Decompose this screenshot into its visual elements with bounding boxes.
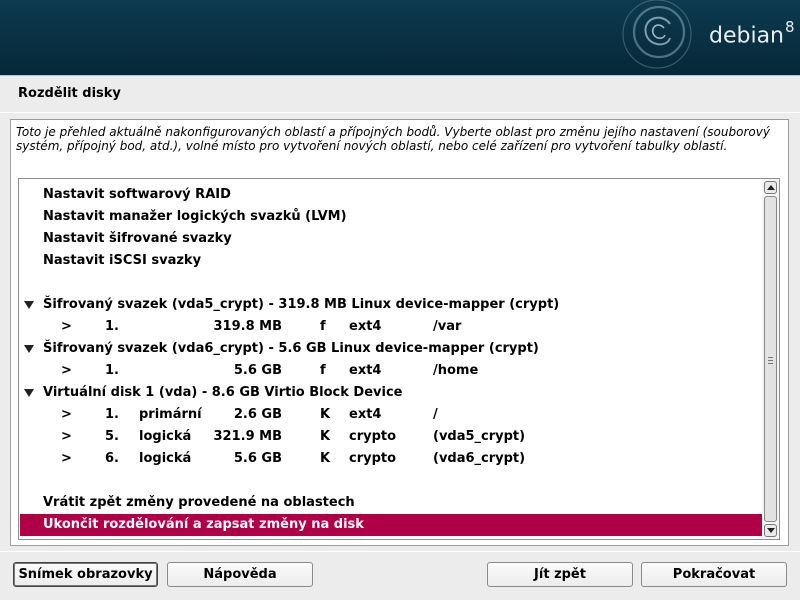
partition-row[interactable]: > 1. primární 2.6 GB K ext4 /	[20, 404, 762, 426]
help-button[interactable]: Nápověda	[167, 562, 313, 587]
partition-row[interactable]: > 6. logická 5.6 GB K crypto (vda6_crypt…	[20, 448, 762, 470]
partition-row[interactable]: > 1. 5.6 GB f ext4 /home	[20, 360, 762, 382]
scroll-up-button[interactable]	[764, 181, 777, 194]
list-item-finish-partitioning[interactable]: Ukončit rozdělování a zapsat změny na di…	[20, 514, 762, 536]
debian-swirl-icon	[622, 0, 692, 69]
intro-text: Toto je přehled aktuálně nakonfigurovaný…	[16, 125, 770, 153]
grip-line	[768, 363, 773, 364]
device-row-vda5-crypt[interactable]: Šifrovaný svazek (vda5_crypt) - 319.8 MB…	[20, 294, 762, 316]
device-row-vda6-crypt[interactable]: Šifrovaný svazek (vda6_crypt) - 5.6 GB L…	[20, 338, 762, 360]
footer-divider	[0, 551, 800, 552]
grip-line	[768, 357, 773, 358]
list-scrollbar[interactable]	[762, 178, 780, 540]
list-item-encrypted-volumes[interactable]: Nastavit šifrované svazky	[20, 228, 762, 250]
grip-line	[768, 360, 773, 361]
scroll-down-button[interactable]	[764, 524, 777, 537]
list-item-software-raid[interactable]: Nastavit softwarový RAID	[20, 184, 762, 206]
expanded-triangle-icon	[24, 389, 34, 397]
continue-button[interactable]: Pokračovat	[641, 562, 787, 587]
partition-list: Nastavit softwarový RAID Nastavit manaže…	[18, 178, 780, 540]
banner-divider	[0, 75, 800, 76]
screenshot-button[interactable]: Snímek obrazovky	[13, 562, 158, 587]
page-title: Rozdělit disky	[18, 86, 121, 101]
debian-banner: debian8	[0, 0, 800, 75]
list-item-undo-changes[interactable]: Vrátit zpět změny provedené na oblastech	[20, 492, 762, 514]
scroll-thumb[interactable]	[764, 196, 777, 522]
expanded-triangle-icon	[24, 345, 34, 353]
back-button[interactable]: Jít zpět	[487, 562, 633, 587]
expanded-triangle-icon	[24, 301, 34, 309]
partition-row[interactable]: > 1. 319.8 MB f ext4 /var	[20, 316, 762, 338]
debian-logo: debian8	[709, 18, 795, 49]
arrow-up-icon	[767, 185, 775, 190]
device-row-vda[interactable]: Virtuální disk 1 (vda) - 8.6 GB Virtio B…	[20, 382, 762, 404]
title-divider	[0, 112, 800, 113]
list-item-lvm[interactable]: Nastavit manažer logických svazků (LVM)	[20, 206, 762, 228]
arrow-down-icon	[767, 528, 775, 533]
partition-row[interactable]: > 5. logická 321.9 MB K crypto (vda5_cry…	[20, 426, 762, 448]
list-item-iscsi[interactable]: Nastavit iSCSI svazky	[20, 250, 762, 272]
